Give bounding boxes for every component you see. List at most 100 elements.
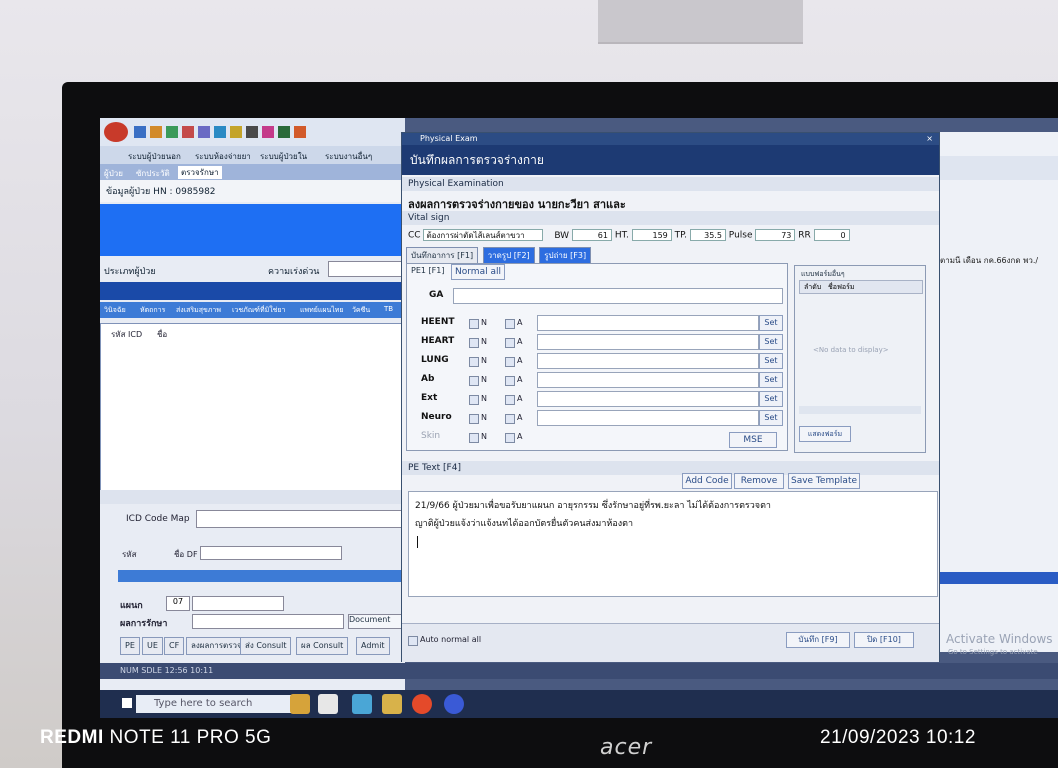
plan-name-field[interactable] <box>192 596 284 611</box>
normal-checkbox[interactable] <box>469 338 479 348</box>
tab-procedure[interactable]: หัตถการ <box>140 305 165 316</box>
consult-result-button[interactable]: ผล Consult <box>296 637 349 655</box>
admit-button[interactable]: Admit <box>356 637 390 655</box>
set-button[interactable]: Set <box>759 315 783 331</box>
tab-diagnosis[interactable]: วินิจฉัย <box>104 305 126 316</box>
tab-tb[interactable]: TB <box>384 305 393 313</box>
document-button[interactable]: Document <box>348 614 406 629</box>
normal-checkbox[interactable] <box>469 395 479 405</box>
toolbar-icon[interactable] <box>278 126 290 138</box>
set-button[interactable]: Set <box>759 334 783 350</box>
tab-photo[interactable]: รูปถ่าย [F3] <box>539 247 592 264</box>
set-button[interactable]: Set <box>759 391 783 407</box>
taskbar-app-icon[interactable] <box>352 694 372 714</box>
tab-health-promo[interactable]: ส่งเสริมสุขภาพ <box>176 305 221 316</box>
mse-button[interactable]: MSE <box>729 432 777 448</box>
tab-vaccine[interactable]: วัคซีน <box>352 305 370 316</box>
add-code-button[interactable]: Add Code <box>682 473 732 489</box>
close-icon[interactable]: × <box>926 133 933 145</box>
file-explorer-icon[interactable] <box>382 694 402 714</box>
pe-text-area[interactable]: 21/9/66 ผู้ป่วยมาเพื่อขอรับยาแผนก อายุรก… <box>408 491 938 597</box>
set-button[interactable]: Set <box>759 353 783 369</box>
exam-row-field[interactable] <box>537 353 759 369</box>
normal-checkbox[interactable] <box>469 319 479 329</box>
abnormal-checkbox[interactable] <box>505 376 515 386</box>
toolbar-icon[interactable] <box>198 126 210 138</box>
urgency-select[interactable] <box>328 261 406 277</box>
exam-row-field[interactable] <box>537 410 759 426</box>
exam-row-field[interactable] <box>537 391 759 407</box>
cf-button[interactable]: CF <box>164 637 185 655</box>
treat-result-select[interactable] <box>192 614 344 629</box>
menu-item[interactable]: ระบบผู้ป่วยใน <box>260 150 307 163</box>
abnormal-checkbox[interactable] <box>505 395 515 405</box>
send-consult-button[interactable]: ส่ง Consult <box>240 637 292 655</box>
taskbar-search[interactable]: Type here to search <box>136 695 296 713</box>
set-button[interactable]: Set <box>759 410 783 426</box>
save-button[interactable]: บันทึก [F9] <box>786 632 850 648</box>
cc-field[interactable]: ต้องการผ่าตัดไส้เลนส์ตาขวา <box>423 229 544 241</box>
toolbar-icon[interactable] <box>230 126 242 138</box>
taskbar-app-icon[interactable] <box>444 694 464 714</box>
menu-item[interactable]: ระบบห้องจ่ายยา <box>195 150 251 163</box>
ht-field[interactable]: 159 <box>631 229 672 241</box>
exam-row-field[interactable] <box>537 372 759 388</box>
grid-navigator[interactable] <box>100 490 405 504</box>
toolbar-icon[interactable] <box>262 126 274 138</box>
toolbar-icon[interactable] <box>150 126 162 138</box>
toolbar-icon[interactable] <box>182 126 194 138</box>
toolbar-icon[interactable] <box>134 126 146 138</box>
normal-checkbox[interactable] <box>469 376 479 386</box>
pe-button[interactable]: PE <box>120 637 140 655</box>
toolbar-icon[interactable] <box>246 126 258 138</box>
sub-navigator[interactable] <box>118 570 405 582</box>
abnormal-checkbox[interactable] <box>505 338 515 348</box>
bw-field[interactable]: 61 <box>571 229 612 241</box>
save-template-button[interactable]: Save Template <box>788 473 860 489</box>
taskbar-app-icon[interactable] <box>318 694 338 714</box>
exam-row-field[interactable] <box>537 315 759 331</box>
windows-start-icon[interactable] <box>122 698 132 708</box>
close-button[interactable]: ปิด [F10] <box>854 632 914 648</box>
toolbar-icon[interactable] <box>214 126 226 138</box>
normal-checkbox[interactable] <box>469 433 479 443</box>
pulse-field[interactable]: 73 <box>755 229 796 241</box>
abnormal-checkbox[interactable] <box>505 319 515 329</box>
toolbar-icon[interactable] <box>166 126 178 138</box>
menu-item[interactable]: ระบบงานอื่นๆ <box>325 150 372 163</box>
icd-code-map-input[interactable] <box>196 510 408 528</box>
tab-exam[interactable]: ตรวจรักษา <box>178 166 222 179</box>
ue-button[interactable]: UE <box>142 637 163 655</box>
tab-pe1[interactable]: PE1 [F1] <box>411 266 444 275</box>
toolbar-icon[interactable] <box>294 126 306 138</box>
rr-field[interactable]: 0 <box>813 229 850 241</box>
exam-row: Ext N A Set <box>407 390 787 408</box>
side-navigator[interactable] <box>799 406 921 414</box>
set-button[interactable]: Set <box>759 372 783 388</box>
tab-history[interactable]: ซักประวัติ <box>136 167 170 180</box>
menu-item[interactable]: ระบบผู้ป่วยนอก <box>128 150 181 163</box>
remove-button[interactable]: Remove <box>734 473 784 489</box>
show-form-button[interactable]: แสดงฟอร์ม <box>799 426 851 442</box>
df-select[interactable] <box>200 546 342 560</box>
normal-all-button[interactable]: Normal all <box>451 264 505 280</box>
tp-field[interactable]: 35.5 <box>689 229 726 241</box>
taskbar-app-icon[interactable] <box>290 694 310 714</box>
record-exam-button[interactable]: ลงผลการตรวจ <box>186 637 247 655</box>
normal-checkbox[interactable] <box>469 414 479 424</box>
abnormal-checkbox[interactable] <box>505 433 515 443</box>
normal-checkbox[interactable] <box>469 357 479 367</box>
tab-thai-med[interactable]: แพทย์แผนไทย <box>300 305 343 316</box>
exam-row-field[interactable] <box>537 334 759 350</box>
tab-record-symptoms[interactable]: บันทึกอาการ [F1] <box>406 247 479 264</box>
abnormal-checkbox[interactable] <box>505 357 515 367</box>
tab-draw[interactable]: วาดรูป [F2] <box>482 247 535 264</box>
auto-normal-checkbox[interactable] <box>408 636 418 646</box>
text-cursor <box>417 536 418 548</box>
tab-supplies[interactable]: เวชภัณฑ์ที่มิใช่ยา <box>232 305 285 316</box>
ga-field[interactable] <box>453 288 783 304</box>
chrome-icon[interactable] <box>412 694 432 714</box>
tab-patient[interactable]: ผู้ป่วย <box>104 167 123 180</box>
plan-code-field[interactable]: 07 <box>166 596 190 611</box>
abnormal-checkbox[interactable] <box>505 414 515 424</box>
